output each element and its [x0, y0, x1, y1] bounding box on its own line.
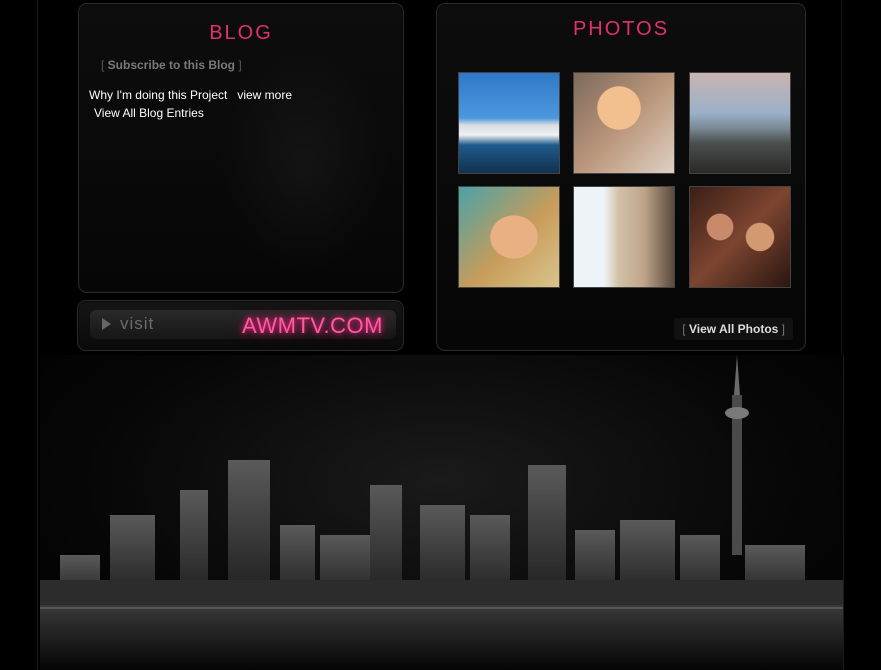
bracket-close: ]	[778, 322, 785, 336]
photos-panel: PHOTOS [ View All Photos ]	[436, 3, 806, 351]
bracket-open: [	[101, 58, 108, 72]
subscribe-blog: [ Subscribe to this Blog ]	[101, 58, 242, 72]
blog-panel: BLOG [ Subscribe to this Blog ] Why I'm …	[78, 3, 404, 293]
visit-label: visit	[120, 314, 155, 333]
photo-thumbnail-yacht[interactable]	[458, 72, 560, 174]
right-border-line-top	[841, 0, 842, 355]
page: BLOG [ Subscribe to this Blog ] Why I'm …	[0, 0, 881, 670]
blog-entry: Why I'm doing this Project view more	[89, 88, 292, 102]
skyline-graphic	[40, 355, 843, 670]
photo-thumbnail-face[interactable]	[458, 186, 560, 288]
photo-thumbnail-beach[interactable]	[689, 72, 791, 174]
visit-awmtv-banner[interactable]: visit AWMTV.COM	[77, 300, 404, 351]
city-skyline-image	[40, 355, 843, 670]
view-all-blog-entries-link[interactable]: View All Blog Entries	[94, 106, 204, 120]
right-border-line	[843, 355, 844, 670]
photo-thumbnail-sunglasses[interactable]	[573, 72, 675, 174]
left-border-line	[37, 0, 38, 670]
photos-title: PHOTOS	[572, 18, 670, 40]
bracket-open: [	[682, 322, 689, 336]
play-icon	[102, 318, 111, 330]
awmtv-logo-text[interactable]: AWMTV.COM	[242, 313, 383, 339]
photo-thumbnail-group[interactable]	[689, 186, 791, 288]
subscribe-blog-link[interactable]: Subscribe to this Blog	[108, 58, 235, 72]
blog-entry-title-link[interactable]: Why I'm doing this Project	[89, 88, 227, 102]
view-more-link[interactable]: view more	[237, 88, 292, 102]
view-all-photos-link[interactable]: View All Photos	[689, 322, 778, 336]
blog-watermark-graphic	[219, 44, 389, 274]
bracket-close: ]	[235, 58, 242, 72]
blog-title: BLOG	[209, 22, 273, 44]
view-all-photos: [ View All Photos ]	[674, 318, 793, 340]
photo-thumbnail-wall[interactable]	[573, 186, 675, 288]
